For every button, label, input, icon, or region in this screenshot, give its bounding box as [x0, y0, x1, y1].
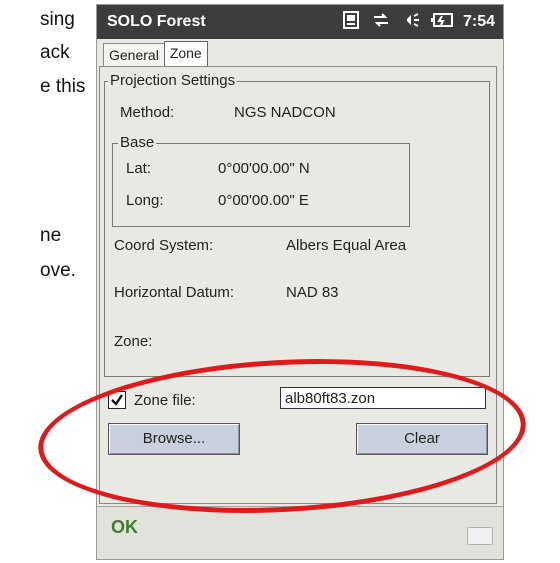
method-label: Method: — [120, 104, 175, 121]
long-label: Long: — [126, 192, 164, 209]
horizontal-datum-value: NAD 83 — [286, 284, 339, 301]
checkmark-icon — [111, 394, 123, 406]
lat-value: 0°00'00.00" N — [218, 160, 310, 177]
base-legend: Base — [118, 134, 157, 151]
coord-system-label: Coord System: — [114, 237, 214, 254]
phone-icon[interactable] — [341, 10, 361, 35]
zone-file-label: Zone file: — [134, 392, 196, 409]
doc-text-fragment: ne — [40, 225, 62, 246]
long-value: 0°00'00.00" E — [218, 192, 309, 209]
speaker-icon[interactable] — [401, 10, 421, 35]
keyboard-icon[interactable] — [467, 527, 493, 545]
method-value: NGS NADCON — [234, 104, 336, 121]
zone-label: Zone: — [114, 333, 153, 350]
ok-softkey[interactable]: OK — [111, 517, 138, 538]
battery-icon[interactable] — [430, 10, 455, 35]
tab-strip: General Zone — [103, 41, 208, 67]
doc-text-fragment: ack — [40, 42, 70, 63]
doc-text-fragment: sing — [40, 9, 75, 30]
tab-general[interactable]: General — [103, 43, 165, 66]
status-icons: 7:54 — [331, 10, 495, 35]
zone-file-checkbox[interactable] — [108, 391, 126, 409]
zone-file-input[interactable]: alb80ft83.zon — [280, 387, 486, 409]
zone-tab-panel: Projection Settings Method: NGS NADCON B… — [99, 66, 497, 504]
title-bar: SOLO Forest 7:54 — [97, 5, 503, 39]
clear-button[interactable]: Clear — [356, 423, 488, 455]
doc-text-fragment: e this — [40, 76, 86, 97]
sync-arrows-icon[interactable] — [371, 10, 391, 35]
browse-button[interactable]: Browse... — [108, 423, 240, 455]
tab-zone[interactable]: Zone — [163, 41, 208, 66]
coord-system-value: Albers Equal Area — [286, 237, 407, 254]
projection-settings-group — [104, 81, 490, 377]
lat-label: Lat: — [126, 160, 152, 177]
clock: 7:54 — [462, 13, 495, 30]
device-screen: SOLO Forest 7:54 General Zone Projection… — [96, 4, 504, 560]
softkey-bar: OK — [97, 506, 503, 559]
doc-text-fragment: ove. — [40, 260, 76, 281]
horizontal-datum-label: Horizontal Datum: — [114, 284, 235, 301]
base-group — [112, 143, 410, 227]
projection-settings-legend: Projection Settings — [108, 72, 238, 89]
app-title: SOLO Forest — [107, 13, 206, 30]
